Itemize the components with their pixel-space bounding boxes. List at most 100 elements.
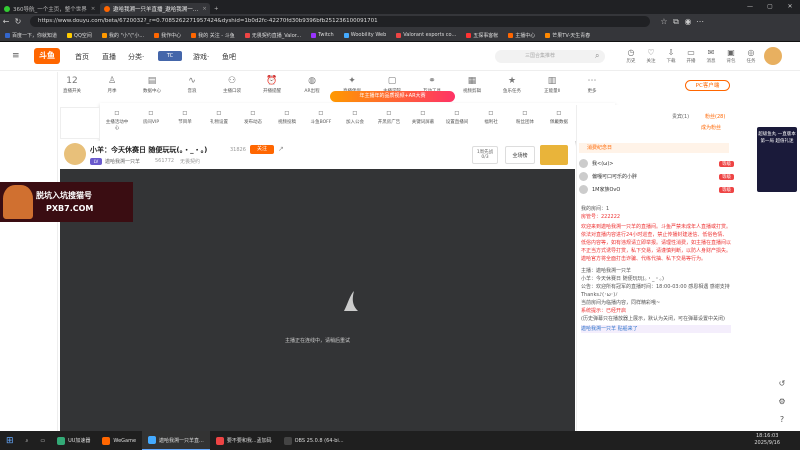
header-2-icon[interactable]: ⇩ 下载: [662, 48, 680, 64]
follow-button[interactable]: 关注: [250, 145, 274, 154]
bookmark-item[interactable]: Woobility Web: [339, 32, 392, 38]
dropdown-item[interactable]: ▫ 佩戴数据: [546, 107, 572, 125]
gift-chest-icon[interactable]: [540, 145, 568, 165]
taskbar-app[interactable]: UU加速器: [51, 431, 96, 450]
start-button[interactable]: ⊞: [0, 431, 20, 450]
search-icon[interactable]: ⌕: [595, 51, 599, 61]
anchor-tool-item[interactable]: ▥ 正能量Ⅱ: [540, 75, 564, 94]
dropdown-item[interactable]: ▫ 设置直播间: [444, 107, 470, 125]
dropdown-item[interactable]: ▫ 粉丝团体: [512, 107, 538, 125]
bookmark-item[interactable]: 我作中心: [149, 32, 186, 39]
anchor-tool-item[interactable]: ★ 鱼乐任务: [500, 75, 524, 94]
dropdown-item[interactable]: ▫ 发布动态: [240, 107, 266, 125]
history-icon[interactable]: ↺: [775, 377, 789, 391]
bookmark-item[interactable]: 百度一下，你就知道: [0, 32, 62, 39]
rank-row[interactable]: 1M家族OvO 等级: [579, 183, 734, 196]
profile-icon[interactable]: ◉: [682, 17, 694, 26]
nav-home[interactable]: 首页: [75, 52, 89, 62]
back-icon[interactable]: ←: [0, 17, 12, 26]
minimize-icon[interactable]: —: [740, 0, 760, 14]
dropdown-item[interactable]: ▫ 斗鱼BOFF: [308, 107, 334, 125]
bookmark-item[interactable]: Twitch: [306, 32, 339, 38]
nav-live[interactable]: 直播: [102, 52, 116, 62]
bookmark-item[interactable]: 主播中心: [503, 32, 540, 39]
browser-tab[interactable]: 360导航_一个主页，整个世界 ×: [0, 3, 100, 14]
dropdown-item[interactable]: ▫ 主播活动中心: [104, 107, 130, 131]
header-0-icon[interactable]: ◷ 历史: [622, 48, 640, 64]
bookmark-item[interactable]: 芒果TV-天生青春: [540, 32, 595, 39]
pc-client-button[interactable]: PC客户端: [685, 80, 730, 91]
settings-icon[interactable]: ⚙: [775, 395, 789, 409]
dropdown-item[interactable]: ▫ 关键词屏蔽: [410, 107, 436, 125]
anchor-tool-item[interactable]: ◍ AR出程: [300, 75, 324, 94]
nav-games[interactable]: 游戏·: [193, 52, 209, 62]
url-input[interactable]: https://www.douyu.com/beta/6720032?_r=0.…: [30, 16, 650, 27]
close-icon[interactable]: ×: [91, 6, 96, 12]
bookmark-item[interactable]: Valorant esports co...: [391, 32, 461, 38]
dropdown-item[interactable]: ▫ 开黑房广告: [376, 107, 402, 125]
dropdown-item[interactable]: ▫ 礼物设置: [206, 107, 232, 125]
become-fan-button[interactable]: 成为粉丝: [701, 124, 721, 131]
tab-fans[interactable]: 粉丝(28): [705, 113, 725, 120]
header-1-icon[interactable]: ♡ 关注: [642, 48, 660, 64]
rank-row[interactable]: 偏嘎可口可乐的小胖 等级: [579, 170, 734, 183]
share-icon[interactable]: ↗: [278, 145, 284, 153]
bookmark-item[interactable]: 我的 关注 - 斗鱼: [186, 32, 240, 39]
nav-category[interactable]: 分类·: [128, 52, 144, 62]
bookmark-item[interactable]: QQ空间: [62, 32, 97, 39]
refresh-icon[interactable]: ↻: [12, 17, 24, 26]
header-3-icon[interactable]: ▭ 开播: [682, 48, 700, 64]
bookmark-item[interactable]: 五探事客帐: [461, 32, 503, 39]
dropdown-item[interactable]: ▫ 房间VIP: [138, 107, 164, 125]
taskbar-app[interactable]: 遨哈我溯一只羊直...: [142, 431, 210, 450]
rank-button[interactable]: 全场榜: [505, 146, 535, 164]
anchor-tool-item[interactable]: ⚇ 主播口袋: [220, 75, 244, 94]
category-tag[interactable]: 无畏契约: [180, 158, 200, 165]
dropdown-item[interactable]: ▫ 视频投稿: [274, 107, 300, 125]
rank-row[interactable]: 我<(ω)> 等级: [579, 157, 734, 170]
nav-yuba[interactable]: 鱼吧: [222, 52, 236, 62]
header-5-icon[interactable]: ▣ 背包: [722, 48, 740, 64]
video-player[interactable]: 主播正在连线中，请稍后重试: [60, 169, 575, 435]
anchor-tool-item[interactable]: ⋯ 更多: [580, 75, 604, 94]
anchor-tool-item[interactable]: ⏰ 开播提醒: [260, 75, 284, 94]
taskbar-app[interactable]: OBS 25.0.8 (64-bi...: [278, 431, 350, 450]
taskbar-app[interactable]: WeGame: [96, 431, 142, 450]
live-event-banner[interactable]: 年主播年的品质视频+AR大赛: [330, 91, 455, 102]
taskbar-app[interactable]: 要不要和我...孟加码: [210, 431, 278, 450]
cup-badge[interactable]: TC: [158, 51, 182, 61]
site-logo[interactable]: 斗鱼: [34, 48, 60, 64]
browser-tab-active[interactable]: 遨哈我溯一只羊直播_遨哈我溯一… ×: [100, 3, 210, 14]
extension-icon[interactable]: ⧉: [670, 17, 682, 27]
anchor-level-badge[interactable]: [60, 107, 100, 139]
promo-card[interactable]: 超级鱼丸 一直版本 第一局 超值礼迷: [757, 127, 797, 192]
anchor-tool-item[interactable]: ♙ 月季: [100, 75, 124, 94]
new-tab-button[interactable]: +: [210, 3, 223, 14]
tab-vip[interactable]: 贵宾(1): [672, 113, 689, 120]
user-avatar[interactable]: [764, 47, 782, 65]
hamburger-icon[interactable]: ≡: [12, 51, 20, 61]
streamer-name[interactable]: 遨哈我溯一只羊: [105, 158, 140, 165]
ticket-box[interactable]: 1周先战 0/3: [472, 146, 498, 164]
bookmark-item[interactable]: 无畏契约直播_Valor...: [240, 32, 306, 39]
close-window-icon[interactable]: ✕: [780, 0, 800, 14]
star-icon[interactable]: ☆: [658, 17, 670, 26]
menu-icon[interactable]: ⋯: [694, 17, 706, 26]
anchor-tool-item[interactable]: ▦ 视频剪辑: [460, 75, 484, 94]
anchor-tool-item[interactable]: ▤ 数据中心: [140, 75, 164, 94]
anchor-tool-item[interactable]: ∿ 音浪: [180, 75, 204, 94]
close-icon[interactable]: ×: [202, 6, 207, 12]
anchor-tool-item[interactable]: 12 直播开关: [60, 75, 84, 94]
maximize-icon[interactable]: ▢: [760, 0, 780, 14]
ad-banner[interactable]: 脱坑入坑搜猫号 PXB7.COM: [0, 182, 133, 222]
taskbar-search-icon[interactable]: ⌕: [20, 431, 35, 450]
header-4-icon[interactable]: ✉ 消息: [702, 48, 720, 64]
bookmark-item[interactable]: 我的 "小"("小...: [97, 32, 149, 39]
search-input[interactable]: 三国合集推荐: [495, 50, 605, 63]
task-view-icon[interactable]: ▭: [34, 431, 51, 450]
streamer-avatar[interactable]: [64, 143, 86, 165]
dropdown-item[interactable]: ▫ 加入公会: [342, 107, 368, 125]
dropdown-item[interactable]: ▫ 福利社: [478, 107, 504, 125]
dropdown-item[interactable]: ▫ 节目单: [172, 107, 198, 125]
header-6-icon[interactable]: ◎ 任务: [742, 48, 760, 64]
